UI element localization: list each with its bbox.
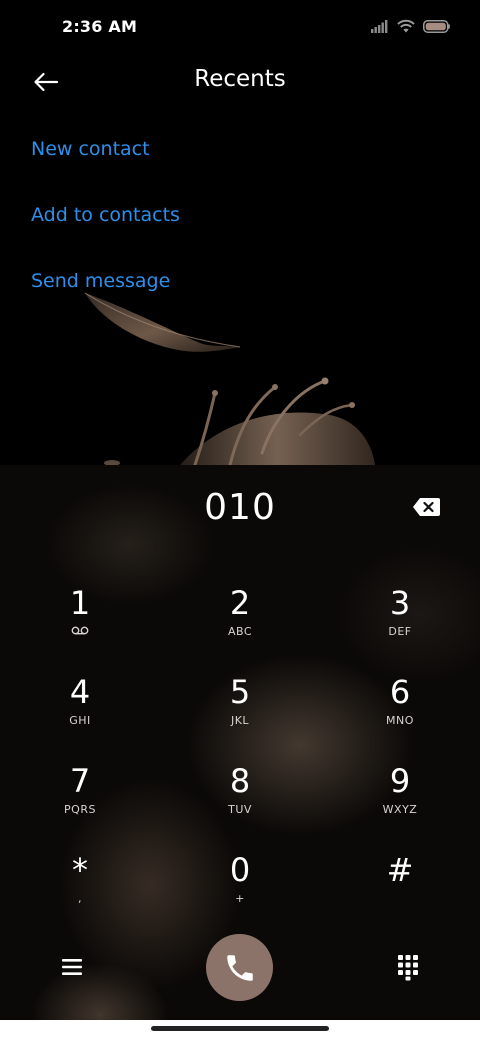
key-star[interactable]: * ,: [25, 842, 135, 924]
key-0[interactable]: 0 +: [185, 842, 295, 924]
dialer-bottom-bar: [0, 932, 480, 1002]
page-title: Recents: [194, 66, 286, 92]
key-3[interactable]: 3 DEF: [345, 575, 455, 657]
key-digit: 5: [229, 673, 251, 711]
key-digit: 8: [229, 762, 251, 800]
key-2[interactable]: 2 ABC: [185, 575, 295, 657]
key-digit: 0: [229, 851, 251, 889]
key-letters: JKL: [230, 714, 250, 727]
key-letters: WXYZ: [382, 803, 418, 816]
hamburger-menu-icon: [62, 959, 82, 975]
key-digit: 2: [229, 584, 251, 622]
key-digit: 6: [389, 673, 411, 711]
key-8[interactable]: 8 TUV: [185, 753, 295, 835]
key-digit: 1: [69, 584, 91, 622]
key-letters: +: [235, 892, 245, 905]
status-time: 2:36 AM: [62, 17, 138, 36]
dialpad-panel: 010 1 2 ABC 3 DEF 4 GHI 5 JKL 6 MNO 7 PQ…: [0, 465, 480, 1020]
key-letters: MNO: [386, 714, 414, 727]
dialpad-icon: [398, 955, 418, 981]
phone-icon: [226, 954, 253, 981]
add-to-contacts-link[interactable]: Add to contacts: [31, 198, 180, 264]
backspace-icon: [413, 498, 440, 516]
key-letters: ABC: [227, 625, 253, 638]
wifi-icon: [397, 19, 415, 33]
backspace-button[interactable]: [412, 495, 442, 519]
key-4[interactable]: 4 GHI: [25, 664, 135, 746]
dialpad-toggle-button[interactable]: [394, 953, 422, 981]
key-digit: 4: [69, 673, 91, 711]
home-indicator[interactable]: [151, 1026, 329, 1031]
menu-button[interactable]: [58, 954, 88, 980]
key-digit: *: [72, 851, 88, 889]
key-digit: 7: [69, 762, 91, 800]
key-digit: #: [386, 851, 414, 889]
key-5[interactable]: 5 JKL: [185, 664, 295, 746]
battery-icon: [423, 19, 450, 33]
key-9[interactable]: 9 WXYZ: [345, 753, 455, 835]
navigation-bar: [0, 1020, 480, 1040]
key-letters: GHI: [69, 714, 91, 727]
feather-illustration: [84, 292, 375, 465]
status-bar: 2:36 AM: [0, 0, 480, 56]
key-1[interactable]: 1: [25, 575, 135, 657]
dialed-number: 010: [204, 487, 276, 528]
key-letters: ,: [78, 892, 82, 905]
new-contact-link[interactable]: New contact: [31, 132, 180, 198]
voicemail-icon: [25, 625, 135, 639]
key-digit: 3: [389, 584, 411, 622]
key-letters: TUV: [228, 803, 252, 816]
key-hash[interactable]: #: [345, 842, 455, 924]
signal-icon: [371, 19, 388, 33]
call-button[interactable]: [206, 934, 273, 1001]
key-letters: DEF: [388, 625, 412, 638]
wallpaper-art: [0, 285, 480, 465]
key-letters: PQRS: [64, 803, 96, 816]
header: Recents: [0, 56, 480, 112]
key-7[interactable]: 7 PQRS: [25, 753, 135, 835]
key-digit: 9: [389, 762, 411, 800]
status-icons: [371, 19, 450, 33]
key-6[interactable]: 6 MNO: [345, 664, 455, 746]
